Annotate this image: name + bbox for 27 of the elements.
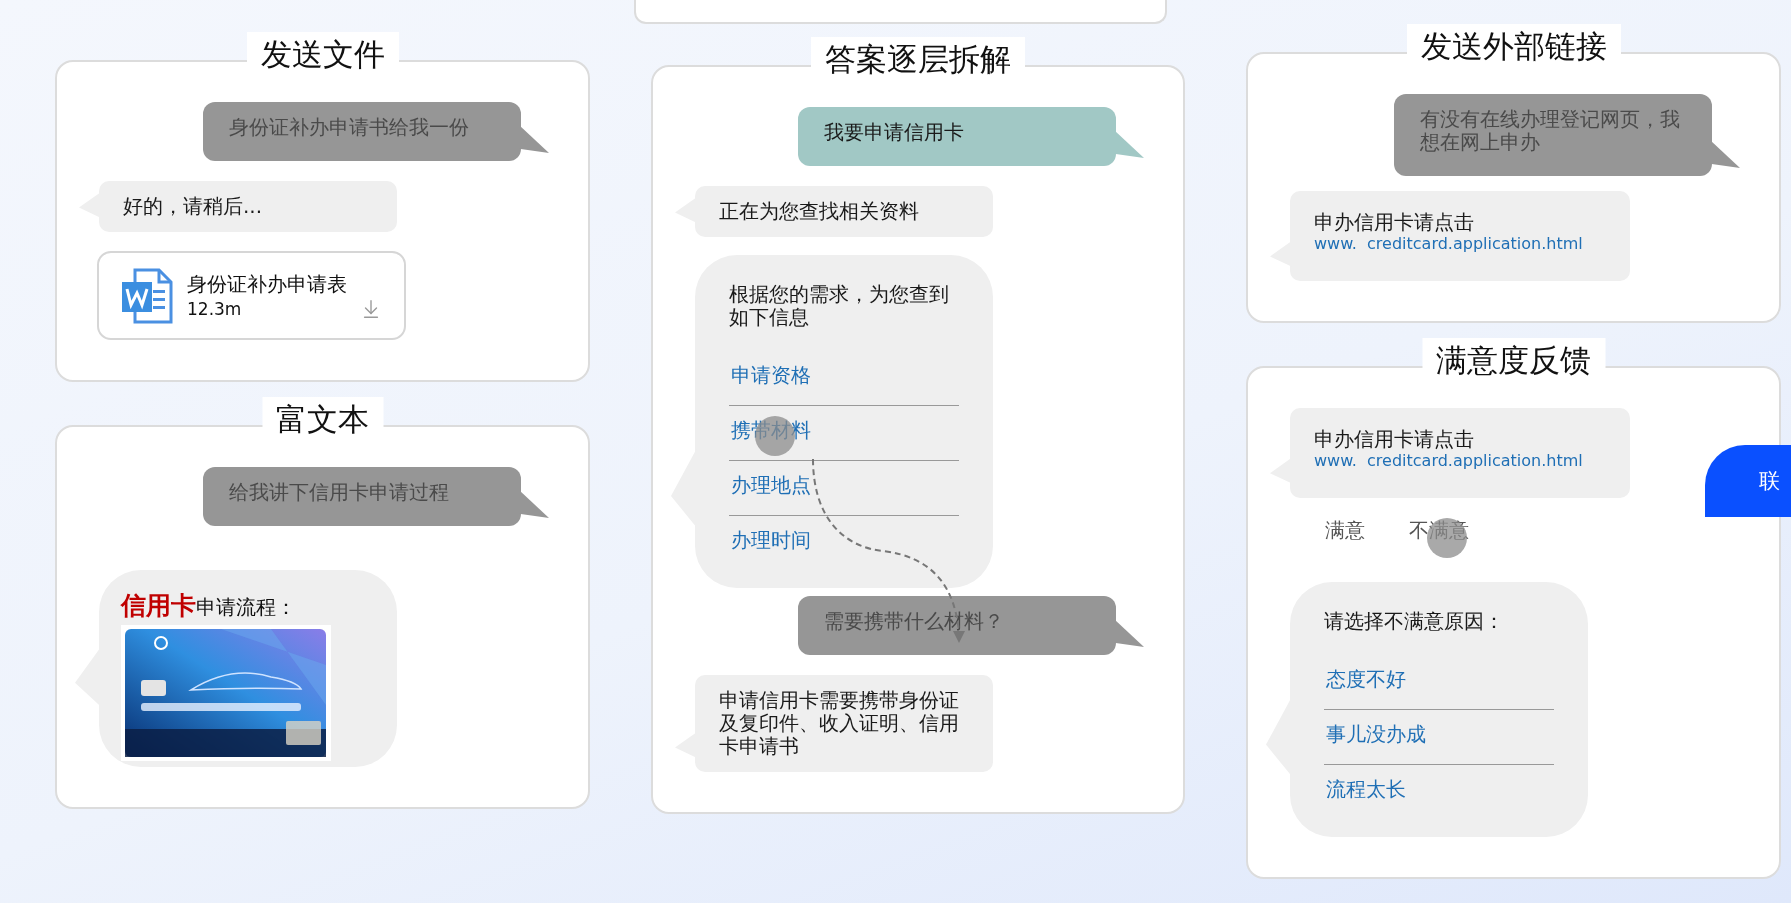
menu-option[interactable]: 流程太长 <box>1324 764 1554 819</box>
link[interactable]: www. creditcard.application.html <box>1314 450 1610 472</box>
link[interactable]: www. creditcard.application.html <box>1314 234 1610 255</box>
message-text: 申办信用卡请点击 <box>1314 211 1475 234</box>
message-text: 申请信用卡需要携带身份证及复印件、收入证明、信用卡申请书 <box>719 689 960 758</box>
file-size: 12.3m <box>187 299 242 319</box>
contact-button[interactable]: 联 <box>1705 445 1791 517</box>
message-text: 好的，请稍后... <box>123 195 264 218</box>
message-text: 请选择不满意原因： <box>1324 609 1505 633</box>
word-document-icon <box>121 267 173 324</box>
menu-option[interactable]: 态度不好 <box>1324 654 1554 710</box>
message-text: 申办信用卡请点击 <box>1314 427 1475 451</box>
file-attachment[interactable]: 身份证补办申请表 12.3m <box>97 251 406 340</box>
file-name: 身份证补办申请表 <box>187 271 348 298</box>
message-text: 有没有在线办理登记网页，我想在网上申办 <box>1420 108 1681 154</box>
message-text: 信用卡申请流程： <box>121 592 297 621</box>
message-text: 正在为您查找相关资料 <box>719 200 920 223</box>
feedback-option[interactable]: 满意 <box>1325 509 1365 556</box>
menu-option[interactable]: 办理时间 <box>729 516 959 570</box>
menu-option[interactable]: 事儿没办成 <box>1324 709 1554 765</box>
menu-option[interactable]: 办理地点 <box>729 461 959 516</box>
message-text: 身份证补办申请书给我一份 <box>229 116 470 139</box>
message-text: 根据您的需求，为您查到如下信息 <box>729 283 950 329</box>
message-text: 需要携带什么材料？ <box>824 610 1005 633</box>
message-text: 给我讲下信用卡申请过程 <box>229 481 450 504</box>
message-text: 我要申请信用卡 <box>824 121 965 144</box>
menu-option[interactable]: 申请资格 <box>729 351 959 406</box>
